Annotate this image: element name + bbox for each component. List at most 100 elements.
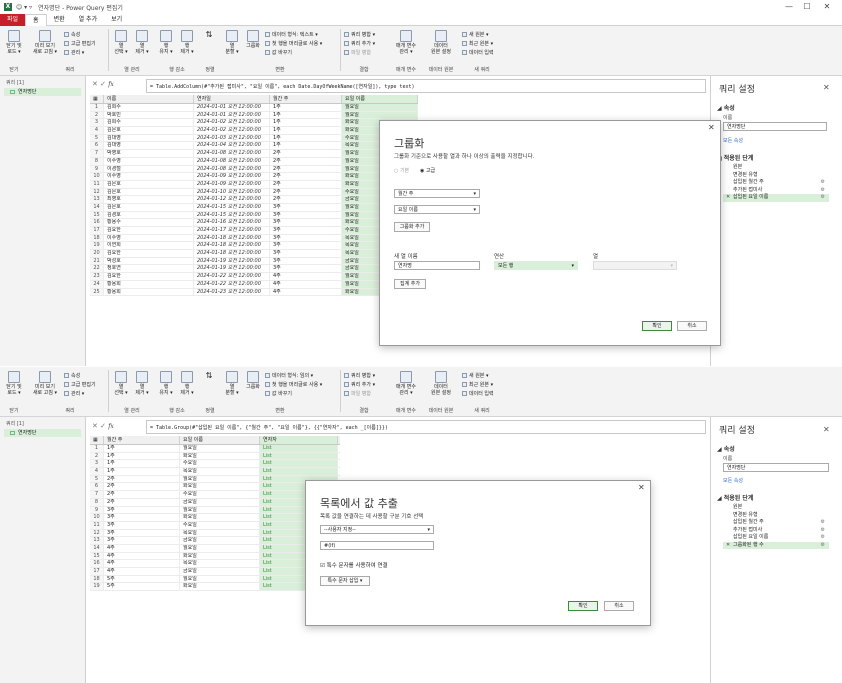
- combine-files-button[interactable]: 파일 병합: [344, 50, 371, 56]
- custom-delimiter-input[interactable]: #(lf): [320, 541, 434, 550]
- replace-values-button[interactable]: 값 바꾸기: [265, 50, 292, 56]
- table-cell[interactable]: 2024-01-03 오전 12:00:00: [194, 134, 270, 142]
- refresh-preview-button[interactable]: 미리 보기 새로 고침 ▾: [30, 30, 60, 55]
- table-cell[interactable]: 3주: [104, 506, 180, 514]
- gear-icon[interactable]: ⚙: [821, 179, 825, 187]
- formula-text[interactable]: = Table.AddColumn(#"추가된 접미사", "요일 이름", e…: [147, 83, 415, 90]
- table-cell[interactable]: 5주: [104, 575, 180, 583]
- data-type-button[interactable]: 데이터 형식: 임의 ▾: [265, 373, 313, 379]
- table-cell[interactable]: 2024-01-23 오전 12:00:00: [194, 288, 270, 296]
- table-cell[interactable]: 화요일: [180, 583, 260, 591]
- table-cell[interactable]: 2024-01-08 오전 12:00:00: [194, 165, 270, 173]
- table-cell[interactable]: 황용희: [104, 288, 194, 296]
- advanced-radio[interactable]: ◉ 고급: [420, 167, 435, 174]
- table-cell[interactable]: 4주: [270, 288, 342, 296]
- applied-step[interactable]: ✕ 삽입된 요일 이름 ⚙: [723, 194, 829, 202]
- gear-icon[interactable]: ⚙: [821, 194, 825, 202]
- table-cell[interactable]: 수요일: [180, 460, 260, 468]
- query-item[interactable]: 연자명단: [4, 88, 81, 96]
- table-cell[interactable]: 2주: [104, 475, 180, 483]
- table-cell[interactable]: 2024-01-22 오전 12:00:00: [194, 280, 270, 288]
- table-cell[interactable]: 3주: [104, 514, 180, 521]
- table-cell[interactable]: 4주: [104, 544, 180, 552]
- split-column-button[interactable]: 열 분할 ▾: [224, 371, 240, 396]
- manage-button[interactable]: 관리 ▾: [64, 50, 84, 56]
- split-column-button[interactable]: 열 분할 ▾: [224, 30, 240, 55]
- sort-buttons[interactable]: ⇅: [203, 372, 215, 380]
- table-cell[interactable]: 월요일: [180, 575, 260, 583]
- table-cell[interactable]: 4주: [270, 273, 342, 280]
- table-cell[interactable]: 화요일: [180, 483, 260, 491]
- list-cell-link[interactable]: List: [260, 445, 338, 452]
- table-cell[interactable]: 이연희: [104, 242, 194, 250]
- properties-section[interactable]: ◢ 속성: [717, 103, 735, 112]
- table-cell[interactable]: 2024-01-08 오전 12:00:00: [194, 150, 270, 157]
- table-cell[interactable]: 김요한: [104, 250, 194, 257]
- applied-step[interactable]: 변경된 유형: [723, 512, 829, 520]
- keep-rows-button[interactable]: 행 유지 ▾: [157, 371, 175, 396]
- table-cell[interactable]: 월요일: [180, 544, 260, 552]
- maximize-button[interactable]: ☐: [798, 2, 816, 11]
- table-cell[interactable]: 2주: [270, 188, 342, 196]
- column-header-week[interactable]: 월간 주: [270, 95, 342, 103]
- delete-step-icon[interactable]: ✕: [726, 542, 730, 550]
- first-row-header-button[interactable]: 첫 행을 머리글로 사용 ▾: [265, 41, 322, 47]
- list-cell-link[interactable]: List: [260, 452, 338, 460]
- data-type-button[interactable]: 데이터 형식: 텍스트 ▾: [265, 32, 318, 38]
- ok-button[interactable]: 확인: [568, 601, 598, 611]
- merge-queries-button[interactable]: 쿼리 병합 ▾: [344, 32, 375, 38]
- group-by-button[interactable]: 그룹화: [243, 30, 263, 49]
- table-cell[interactable]: 3주: [270, 219, 342, 226]
- table-cell[interactable]: 3주: [270, 257, 342, 265]
- table-cell[interactable]: 김요한: [104, 227, 194, 234]
- table-cell[interactable]: 정호연: [104, 265, 194, 273]
- table-cell[interactable]: 2주: [270, 165, 342, 173]
- table-cell[interactable]: 1주: [104, 452, 180, 460]
- column-header-week[interactable]: 월간 주: [104, 436, 180, 444]
- table-cell[interactable]: 금요일: [180, 498, 260, 506]
- table-cell[interactable]: 3주: [270, 265, 342, 273]
- table-cell[interactable]: 2024-01-01 오전 12:00:00: [194, 104, 270, 111]
- remove-columns-button[interactable]: 열 제거 ▾: [133, 371, 151, 396]
- table-cell[interactable]: 2024-01-15 오전 12:00:00: [194, 211, 270, 219]
- table-cell[interactable]: 2주: [104, 491, 180, 498]
- tab-transform[interactable]: 변환: [47, 14, 72, 26]
- table-cell[interactable]: 2주: [270, 157, 342, 165]
- combine-files-button[interactable]: 파일 병합: [344, 391, 371, 397]
- new-source-button[interactable]: 새 원본 ▾: [462, 373, 489, 379]
- table-cell[interactable]: 이수영: [104, 234, 194, 242]
- close-icon[interactable]: ✕: [638, 483, 645, 492]
- keep-rows-button[interactable]: 행 유지 ▾: [157, 30, 175, 55]
- choose-columns-button[interactable]: 열 선택 ▾: [112, 30, 130, 55]
- table-cell[interactable]: 김요한: [104, 273, 194, 280]
- table-cell[interactable]: 3주: [270, 227, 342, 234]
- table-cell[interactable]: 1주: [270, 111, 342, 119]
- table-cell[interactable]: 1주: [270, 134, 342, 142]
- applied-step[interactable]: 추가된 접미사 ⚙: [723, 187, 829, 195]
- table-cell[interactable]: 4주: [104, 568, 180, 575]
- close-icon[interactable]: ✕: [708, 123, 715, 132]
- gear-icon[interactable]: ⚙: [821, 187, 825, 195]
- group-by-button[interactable]: 그룹화: [243, 371, 263, 390]
- table-cell[interactable]: 1주: [270, 119, 342, 127]
- group-column-select-2[interactable]: 요일 이름 ▾: [394, 205, 480, 214]
- table-cell[interactable]: 3주: [270, 203, 342, 211]
- merge-queries-button[interactable]: 쿼리 병합 ▾: [344, 373, 375, 379]
- close-icon[interactable]: ✕: [823, 425, 830, 434]
- replace-values-button[interactable]: 값 바꾸기: [265, 391, 292, 397]
- close-load-button[interactable]: 닫기 및 로드 ▾: [3, 371, 25, 396]
- table-cell[interactable]: 1주: [104, 460, 180, 468]
- table-cell[interactable]: 3주: [270, 234, 342, 242]
- manage-parameters-button[interactable]: 매개 변수 관리 ▾: [392, 30, 420, 55]
- applied-step[interactable]: ✕ 그룹화된 행 수 ⚙: [723, 541, 829, 550]
- table-cell[interactable]: 2024-01-12 오전 12:00:00: [194, 196, 270, 203]
- applied-step[interactable]: 추가된 접미사 ⚙: [723, 527, 829, 535]
- table-cell[interactable]: 김은호: [104, 203, 194, 211]
- table-menu-icon[interactable]: ▦: [90, 436, 104, 444]
- special-chars-checkbox[interactable]: ☑ 특수 문자를 사용하여 연결: [320, 561, 388, 569]
- table-cell[interactable]: 김경호: [104, 211, 194, 219]
- group-column-select-1[interactable]: 월간 주 ▾: [394, 189, 480, 198]
- data-source-settings-button[interactable]: 데이터 원본 설정: [426, 30, 456, 55]
- table-cell[interactable]: 김희수: [104, 119, 194, 127]
- choose-columns-button[interactable]: 열 선택 ▾: [112, 371, 130, 396]
